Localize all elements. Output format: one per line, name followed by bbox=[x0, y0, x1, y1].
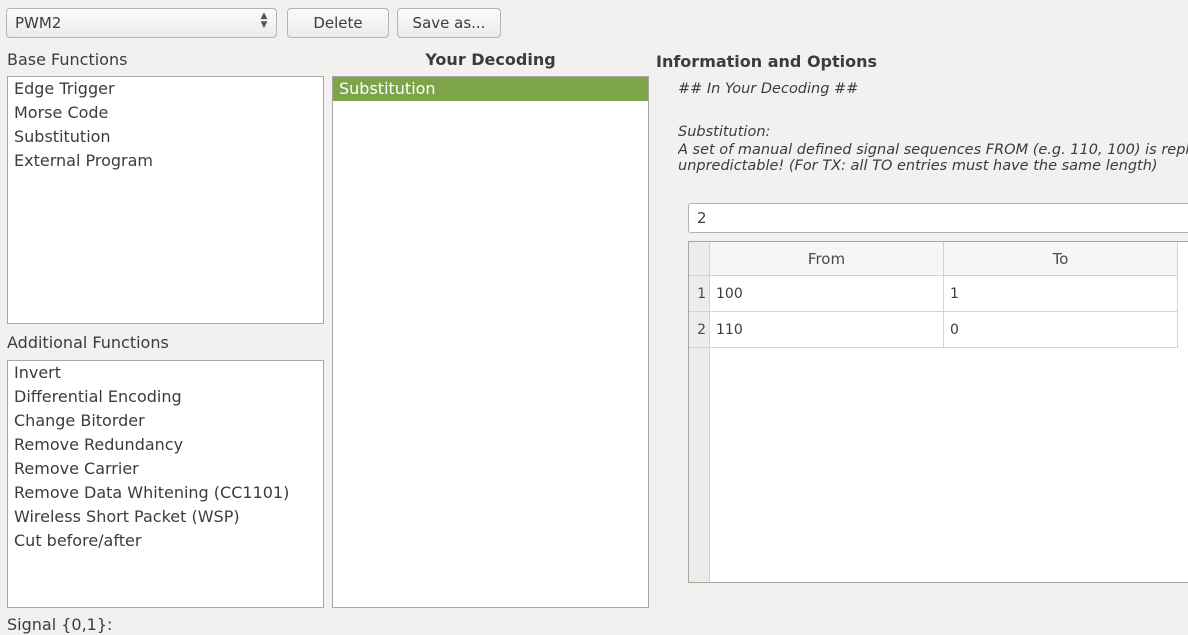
additional-function-item[interactable]: Wireless Short Packet (WSP) bbox=[8, 505, 323, 529]
delete-button[interactable]: Delete bbox=[287, 8, 389, 38]
info-function-name: Substitution: bbox=[678, 124, 771, 140]
additional-function-item[interactable]: Remove Carrier bbox=[8, 457, 323, 481]
your-decoding-item-selected[interactable]: Substitution bbox=[333, 77, 648, 101]
base-function-item[interactable]: Morse Code bbox=[8, 101, 323, 125]
additional-function-item[interactable]: Invert bbox=[8, 361, 323, 385]
table-cell-from[interactable]: 100 bbox=[710, 276, 944, 312]
additional-functions-list[interactable]: Invert Differential Encoding Change Bito… bbox=[7, 360, 324, 608]
info-description-line: unpredictable! (For TX: all TO entries m… bbox=[678, 158, 1158, 174]
base-function-item[interactable]: Edge Trigger bbox=[8, 77, 323, 101]
table-cell-to[interactable]: 1 bbox=[944, 276, 1178, 312]
signal-label: Signal {0,1}: bbox=[7, 615, 113, 634]
table-cell-to[interactable]: 0 bbox=[944, 312, 1178, 348]
row-header[interactable]: 2 bbox=[689, 312, 710, 348]
info-description-line: A set of manual defined signal sequences… bbox=[678, 142, 1188, 158]
base-function-item[interactable]: Substitution bbox=[8, 125, 323, 149]
info-section-heading: ## In Your Decoding ## bbox=[678, 81, 859, 97]
your-decoding-title: Your Decoding bbox=[425, 50, 556, 69]
table-cell-from[interactable]: 110 bbox=[710, 312, 944, 348]
additional-functions-title: Additional Functions bbox=[7, 333, 169, 352]
decoding-select[interactable]: PWM2 ▲ ▼ bbox=[6, 8, 277, 38]
row-header[interactable]: 1 bbox=[689, 276, 710, 312]
info-description: A set of manual defined signal sequences… bbox=[678, 142, 1188, 182]
base-functions-title: Base Functions bbox=[7, 50, 128, 69]
base-functions-list[interactable]: Edge Trigger Morse Code Substitution Ext… bbox=[7, 76, 324, 324]
column-header-to[interactable]: To bbox=[944, 242, 1178, 276]
additional-function-item[interactable]: Remove Redundancy bbox=[8, 433, 323, 457]
up-down-arrows-icon: ▲ ▼ bbox=[260, 11, 268, 30]
decoding-select-value: PWM2 bbox=[15, 14, 62, 32]
additional-function-item[interactable]: Remove Data Whitening (CC1101) bbox=[8, 481, 323, 505]
column-header-from[interactable]: From bbox=[710, 242, 944, 276]
base-function-item[interactable]: External Program bbox=[8, 149, 323, 173]
table-corner[interactable] bbox=[689, 242, 710, 276]
info-title: Information and Options bbox=[656, 52, 878, 71]
additional-function-item[interactable]: Change Bitorder bbox=[8, 409, 323, 433]
additional-function-item[interactable]: Cut before/after bbox=[8, 529, 323, 553]
substitution-count-input[interactable]: 2 bbox=[688, 203, 1188, 233]
your-decoding-list[interactable]: Substitution bbox=[332, 76, 649, 608]
additional-function-item[interactable]: Differential Encoding bbox=[8, 385, 323, 409]
row-header-area bbox=[689, 348, 710, 582]
save-as-button[interactable]: Save as... bbox=[397, 8, 501, 38]
substitution-table: From To 1 100 1 2 110 0 bbox=[688, 241, 1188, 583]
